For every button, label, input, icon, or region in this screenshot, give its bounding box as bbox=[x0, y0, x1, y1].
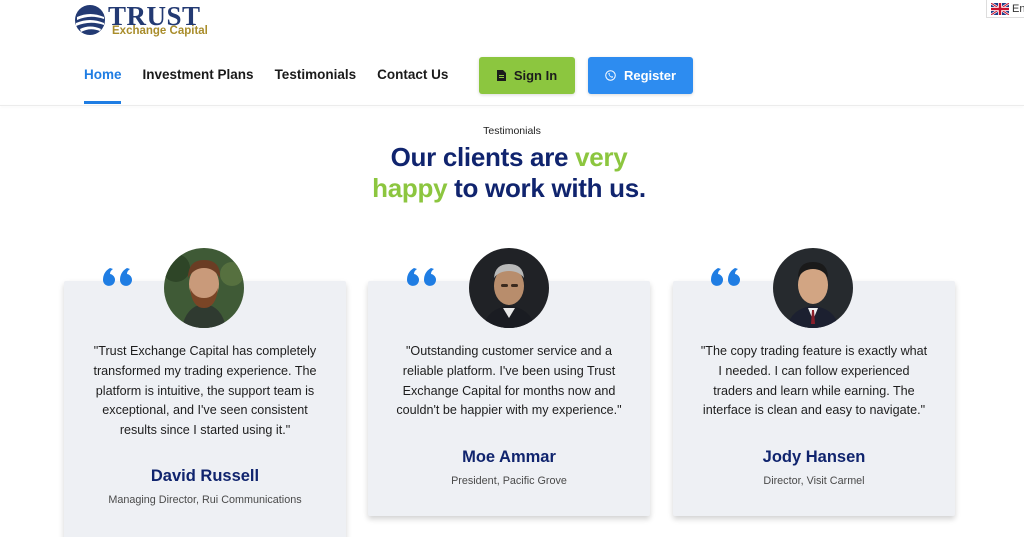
testimonial-role: President, Pacific Grove bbox=[451, 475, 567, 487]
avatar-photo-david bbox=[164, 248, 244, 328]
testimonial-name: Jody Hansen bbox=[762, 448, 866, 466]
avatar-photo-moe bbox=[469, 248, 549, 328]
language-selector[interactable]: En bbox=[986, 0, 1024, 18]
phone-icon bbox=[605, 70, 616, 81]
avatar bbox=[164, 248, 244, 328]
testimonial-quote: "Outstanding customer service and a reli… bbox=[396, 344, 622, 418]
testimonial-name: David Russell bbox=[150, 467, 260, 485]
testimonial-role: Managing Director, Rui Communications bbox=[108, 494, 302, 506]
uk-flag-icon bbox=[991, 2, 1009, 15]
avatar-photo-jody bbox=[773, 248, 853, 328]
headline-part-1: Our clients are bbox=[390, 142, 576, 172]
nav-testimonials[interactable]: Testimonials bbox=[275, 66, 357, 84]
headline-part-2: to work with us. bbox=[447, 173, 646, 203]
nav-active-indicator bbox=[84, 101, 121, 104]
testimonial-quote: "The copy trading feature is exactly wha… bbox=[700, 344, 928, 418]
testimonial-role: Director, Visit Carmel bbox=[763, 475, 865, 487]
avatar bbox=[469, 248, 549, 328]
headline-highlight-2: happy bbox=[372, 173, 448, 203]
testimonial-quote: "Trust Exchange Capital has completely t… bbox=[93, 344, 317, 438]
register-label: Register bbox=[623, 68, 677, 83]
nav-contact-us[interactable]: Contact Us bbox=[377, 66, 448, 84]
testimonial-name: Moe Ammar bbox=[462, 448, 556, 466]
section-headline: Our clients are very happy to work with … bbox=[0, 142, 1018, 204]
brand-logo[interactable]: TRUST Exchange Capital bbox=[74, 1, 214, 40]
sign-in-label: Sign In bbox=[513, 68, 558, 83]
sign-in-button[interactable]: Sign In bbox=[479, 57, 575, 94]
register-button[interactable]: Register bbox=[588, 57, 693, 94]
section-kicker: Testimonials bbox=[483, 125, 541, 137]
nav-home[interactable]: Home bbox=[84, 66, 122, 84]
quote-icon bbox=[103, 268, 132, 286]
logo-globe-icon bbox=[75, 5, 105, 35]
headline-highlight-1: very bbox=[575, 142, 628, 172]
avatar bbox=[773, 248, 853, 328]
main-nav: Home Investment Plans Testimonials Conta… bbox=[84, 66, 469, 84]
header-divider bbox=[0, 105, 1024, 106]
document-icon bbox=[496, 70, 506, 81]
quote-icon bbox=[711, 268, 740, 286]
quote-icon bbox=[407, 268, 436, 286]
brand-tagline: Exchange Capital bbox=[112, 25, 208, 37]
nav-investment-plans[interactable]: Investment Plans bbox=[143, 66, 254, 84]
language-label: En bbox=[1012, 2, 1024, 15]
